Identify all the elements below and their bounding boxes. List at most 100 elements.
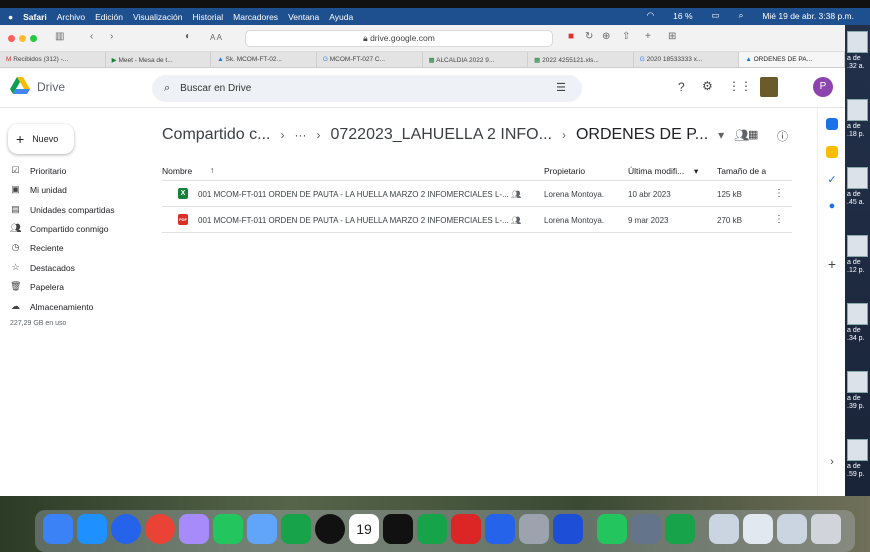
new-tab-icon[interactable]: +	[645, 31, 651, 42]
safari-icon[interactable]	[111, 514, 141, 544]
powerpoint-app-icon[interactable]	[451, 514, 481, 544]
zoom-window-button[interactable]	[30, 35, 37, 42]
launchpad-icon[interactable]	[179, 514, 209, 544]
spotify-icon[interactable]	[315, 514, 345, 544]
tab-ordenes-active[interactable]: ▲ ORDENES DE PA...	[739, 52, 845, 67]
avatar[interactable]: P	[813, 77, 833, 97]
menu-ayuda[interactable]: Ayuda	[329, 12, 353, 22]
breadcrumb-folder[interactable]: 0722023_LAHUELLA 2 INFO...	[330, 126, 551, 144]
drive-logo-icon[interactable]	[10, 77, 30, 94]
sidebar-item-almacenamiento[interactable]: ☁ Almacenamiento	[10, 301, 93, 312]
desktop-thumbnail[interactable]: a de .18 p.	[847, 99, 870, 157]
menu-edicion[interactable]: Edición	[95, 12, 123, 22]
organization-logo-icon[interactable]	[760, 77, 778, 97]
extension-icon[interactable]: ■	[568, 31, 574, 42]
menu-app-name[interactable]: Safari	[23, 12, 47, 22]
sidebar-item-unidades-compartidas[interactable]: ▤ Unidades compartidas	[10, 204, 114, 215]
keep-icon[interactable]	[826, 146, 838, 158]
minimize-window-button[interactable]	[19, 35, 26, 42]
apps-grid-icon[interactable]: ⋮⋮	[728, 79, 752, 93]
sidebar-item-papelera[interactable]: 🗑︎ Papelera	[10, 281, 64, 292]
sort-arrow-up-icon[interactable]: ↑	[210, 165, 214, 175]
menubar-datetime[interactable]: Mié 19 de abr. 3:38 p.m.	[762, 11, 854, 21]
grid-view-icon[interactable]: ▦	[748, 128, 758, 141]
back-icon[interactable]: ‹	[90, 31, 93, 42]
breadcrumb-shared[interactable]: Compartido c...	[162, 126, 270, 144]
recent-document-icon[interactable]	[743, 514, 773, 544]
numbers-app-icon[interactable]	[665, 514, 695, 544]
help-icon[interactable]: ?	[678, 80, 685, 94]
sidebar-item-compartido-conmigo[interactable]: 👥︎ Compartido conmigo	[10, 223, 108, 234]
desktop-thumbnail[interactable]: a de .32 a.	[847, 31, 870, 89]
apple-tv-icon[interactable]	[383, 514, 413, 544]
settings-gear-icon[interactable]: ⚙	[702, 79, 713, 93]
address-bar[interactable]: 🔒︎ drive.google.com	[245, 30, 553, 47]
sidebar-item-destacados[interactable]: ☆ Destacados	[10, 262, 74, 273]
apple-icon[interactable]: ●	[8, 12, 13, 22]
tab-alcaldia[interactable]: ▦ ALCALDIA 2022 9...	[423, 52, 529, 67]
tab-gmail[interactable]: M Recibidos (312) -...	[0, 52, 106, 67]
sidebar-item-mi-unidad[interactable]: ▣ Mi unidad	[10, 184, 67, 195]
battery-percent[interactable]: 16 %	[673, 11, 692, 21]
excel-app-icon[interactable]	[417, 514, 447, 544]
desktop-thumbnail[interactable]: a de .45 a.	[847, 167, 870, 225]
chevron-down-icon[interactable]: ▾	[694, 166, 698, 177]
chevron-down-icon[interactable]: ▾	[718, 128, 724, 142]
trash-bin-icon[interactable]	[811, 514, 841, 544]
search-icon[interactable]: ⌕	[164, 82, 170, 95]
search-options-icon[interactable]: ☰	[556, 81, 566, 94]
recent-document-icon[interactable]	[777, 514, 807, 544]
column-name[interactable]: Nombre	[162, 166, 192, 176]
finder-icon[interactable]	[43, 514, 73, 544]
download-icon[interactable]: ⊕	[602, 31, 610, 42]
sidebar-item-reciente[interactable]: ◷ Reciente	[10, 242, 64, 253]
chrome-icon[interactable]	[145, 514, 175, 544]
preview-icon[interactable]	[631, 514, 661, 544]
table-row[interactable]: X 001 MCOM-FT-011 ORDEN DE PAUTA - LA HU…	[162, 181, 792, 207]
app-store-icon[interactable]	[485, 514, 515, 544]
new-button[interactable]: + Nuevo	[8, 124, 74, 154]
desktop-thumbnail[interactable]: a de .34 p.	[847, 303, 870, 361]
share-icon[interactable]: ⇧	[622, 31, 630, 42]
tab-google-mcom[interactable]: G MCOM-FT-027 C...	[317, 52, 423, 67]
tab-google-2020[interactable]: G 2020 18533333 x...	[634, 52, 740, 67]
sidebar-item-prioritario[interactable]: ☑ Prioritario	[10, 165, 66, 176]
expand-panel-icon[interactable]: ›	[826, 456, 838, 468]
add-addon-icon[interactable]: +	[826, 257, 838, 271]
desktop-thumbnail[interactable]: a de .59 p.	[847, 439, 870, 497]
column-owner[interactable]: Propietario	[544, 166, 585, 176]
menu-historial[interactable]: Historial	[192, 12, 223, 22]
menu-visualizacion[interactable]: Visualización	[133, 12, 182, 22]
info-icon[interactable]: ⓘ	[777, 128, 788, 144]
calendar-icon[interactable]	[826, 118, 838, 130]
desktop-thumbnail[interactable]: a de .39 p.	[847, 371, 870, 429]
more-options-icon[interactable]: ⋮	[774, 214, 784, 225]
tab-2022-xls[interactable]: ▦ 2022 4255121.xls...	[528, 52, 634, 67]
menu-ventana[interactable]: Ventana	[288, 12, 319, 22]
messages-icon[interactable]	[213, 514, 243, 544]
tab-overview-icon[interactable]: ⊞	[668, 31, 676, 42]
menu-marcadores[interactable]: Marcadores	[233, 12, 278, 22]
recent-document-icon[interactable]	[709, 514, 739, 544]
wifi-icon[interactable]: ◠	[647, 10, 654, 21]
forward-icon[interactable]: ›	[110, 31, 113, 42]
breadcrumb-ellipsis[interactable]: ···	[294, 128, 306, 142]
tasks-icon[interactable]: ✓	[826, 174, 838, 186]
text-size-icon[interactable]: A A	[210, 33, 222, 42]
more-options-icon[interactable]: ⋮	[774, 188, 784, 199]
system-settings-icon[interactable]	[519, 514, 549, 544]
file-name[interactable]: 001 MCOM-FT-011 ORDEN DE PAUTA - LA HUEL…	[198, 190, 509, 199]
drive-title[interactable]: Drive	[37, 80, 65, 94]
search-input[interactable]: ⌕ Buscar en Drive ☰	[152, 75, 582, 102]
search-spotlight-icon[interactable]: ⌕	[739, 10, 744, 21]
column-modified[interactable]: Última modifi...	[628, 166, 684, 176]
close-window-button[interactable]	[8, 35, 15, 42]
table-row[interactable]: PDF 001 MCOM-FT-011 ORDEN DE PAUTA - LA …	[162, 207, 792, 233]
file-name[interactable]: 001 MCOM-FT-011 ORDEN DE PAUTA - LA HUEL…	[198, 216, 509, 225]
contacts-icon[interactable]: ●	[826, 200, 838, 212]
breadcrumb-current[interactable]: ORDENES DE P...	[576, 126, 708, 144]
whatsapp-icon[interactable]	[597, 514, 627, 544]
word-app-icon[interactable]	[553, 514, 583, 544]
calendar-app-icon[interactable]: 19	[349, 514, 379, 544]
photos-icon[interactable]	[247, 514, 277, 544]
